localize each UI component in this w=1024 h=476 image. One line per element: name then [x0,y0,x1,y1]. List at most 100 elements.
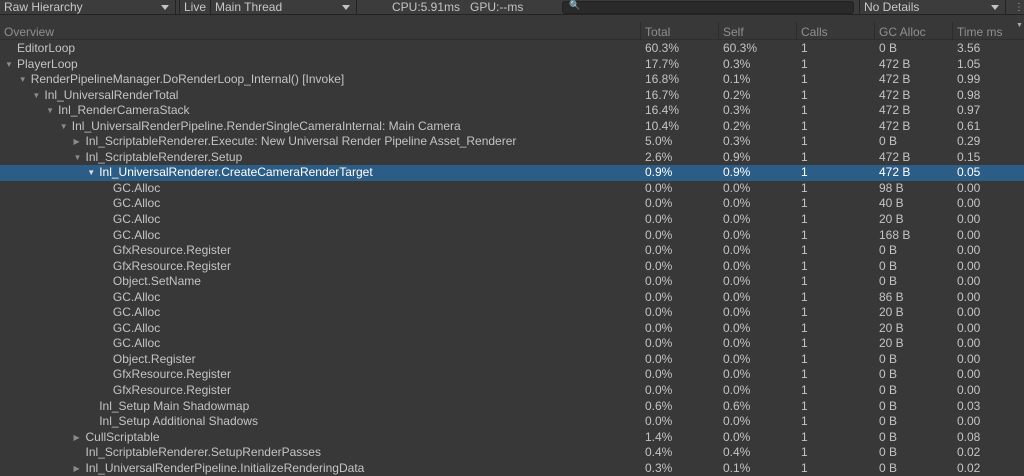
table-row[interactable]: GfxResource.Register 0.0% 0.0% 1 0 B 0.00 [0,367,1024,383]
table-row[interactable]: Inl_ScriptableRenderer.SetupRenderPasses… [0,445,1024,461]
expand-arrow-open-icon[interactable]: ▼ [5,57,13,73]
row-gc: 20 B [879,305,904,320]
thread-dropdown[interactable]: Main Thread [211,0,357,15]
row-time: 0.00 [957,336,981,351]
row-name: Inl_UniversalRenderTotal [44,87,179,102]
table-row[interactable]: EditorLoop 60.3% 60.3% 1 0 B 3.56 [0,41,1024,57]
row-time: 0.00 [957,196,981,211]
table-row[interactable]: GC.Alloc 0.0% 0.0% 1 86 B 0.00 [0,290,1024,306]
live-toggle[interactable]: Live [179,0,211,15]
table-row[interactable]: ▼ PlayerLoop 17.7% 0.3% 1 472 B 1.05 [0,57,1024,73]
row-calls: 1 [801,227,808,242]
table-row[interactable]: GC.Alloc 0.0% 0.0% 1 20 B 0.00 [0,212,1024,228]
expand-arrow-closed-icon[interactable]: ▶ [74,430,80,446]
row-name: Inl_ScriptableRenderer.Setup [85,149,243,164]
expand-arrow-closed-icon[interactable]: ▶ [74,134,80,150]
expand-arrow-open-icon[interactable]: ▼ [19,72,27,88]
row-name: GC.Alloc [112,336,161,351]
table-row[interactable]: GfxResource.Register 0.0% 0.0% 1 0 B 0.00 [0,243,1024,259]
column-gc-alloc[interactable]: GC Alloc [879,25,926,39]
row-calls: 1 [801,243,808,258]
table-row[interactable]: GC.Alloc 0.0% 0.0% 1 98 B 0.00 [0,181,1024,197]
column-calls[interactable]: Calls [801,25,828,39]
expand-arrow-open-icon[interactable]: ▼ [32,88,40,104]
row-self: 0.0% [723,289,751,304]
expand-arrow-closed-icon[interactable]: ▶ [74,461,80,476]
row-name: Inl_UniversalRenderPipeline.RenderSingle… [71,118,461,133]
row-calls: 1 [801,289,808,304]
row-gc: 0 B [879,367,898,382]
table-row[interactable]: Object.Register 0.0% 0.0% 1 0 B 0.00 [0,352,1024,368]
row-name: GC.Alloc [112,320,161,335]
expand-arrow-open-icon[interactable]: ▼ [74,150,82,166]
row-name: GfxResource.Register [112,367,231,382]
row-time: 0.00 [957,289,981,304]
row-gc: 0 B [879,445,898,460]
row-self: 0.0% [723,367,751,382]
column-header: Overview Total Self Calls GC Alloc Time … [0,22,1024,40]
table-row[interactable]: ▼ Inl_ScriptableRenderer.Setup 2.6% 0.9% 1 47… [0,150,1024,166]
row-gc: 0 B [879,274,898,289]
row-gc: 0 B [879,429,898,444]
thread-label: Main Thread [215,0,283,14]
table-row[interactable]: GC.Alloc 0.0% 0.0% 1 20 B 0.00 [0,336,1024,352]
row-calls: 1 [801,367,808,382]
table-row[interactable]: GC.Alloc 0.0% 0.0% 1 40 B 0.00 [0,196,1024,212]
row-time: 0.00 [957,243,981,258]
row-self: 0.0% [723,305,751,320]
details-dropdown[interactable]: No Details [859,0,1006,15]
table-row[interactable]: ▼ Inl_RenderCameraStack 16.4% 0.3% 1 472 B 0.9… [0,103,1024,119]
table-row[interactable]: GC.Alloc 0.0% 0.0% 1 20 B 0.00 [0,305,1024,321]
row-name: GfxResource.Register [112,258,231,273]
row-self: 0.6% [723,398,751,413]
row-name: Inl_UniversalRenderer.CreateCameraRender… [99,165,373,180]
table-row[interactable]: ▼ Inl_UniversalRenderer.CreateCameraRende… [0,165,1024,181]
row-self: 0.0% [723,351,751,366]
row-time: 0.02 [957,445,981,460]
column-menu-icon[interactable]: ▼ [1016,22,1023,29]
expand-arrow-open-icon[interactable]: ▼ [87,165,95,181]
row-gc: 0 B [879,258,898,273]
table-row[interactable]: ▼ Inl_UniversalRenderTotal 16.7% 0.2% 1 472 B… [0,88,1024,104]
more-options-icon[interactable]: ⋮ [1014,2,1024,13]
table-row[interactable]: ▶ CullScriptable 1.4% 0.0% 1 0 B 0.08 [0,430,1024,446]
table-row[interactable]: Object.SetName 0.0% 0.0% 1 0 B 0.00 [0,274,1024,290]
row-calls: 1 [801,383,808,398]
expand-arrow-open-icon[interactable]: ▼ [46,103,54,119]
row-self: 0.4% [723,445,751,460]
row-self: 0.0% [723,336,751,351]
table-row[interactable]: Inl_Setup Additional Shadows 0.0% 0.0% 1 0 B… [0,414,1024,430]
row-time: 0.61 [957,118,981,133]
table-row[interactable]: ▶ Inl_ScriptableRenderer.Execute: New Uni… [0,134,1024,150]
expand-arrow-open-icon[interactable]: ▼ [60,119,68,135]
table-row[interactable]: GC.Alloc 0.0% 0.0% 1 168 B 0.00 [0,228,1024,244]
row-calls: 1 [801,336,808,351]
table-row[interactable]: ▼ Inl_UniversalRenderPipeline.RenderSingl… [0,119,1024,135]
column-time-ms[interactable]: Time ms [957,25,1003,39]
table-row[interactable]: ▼ RenderPipelineManager.DoRenderLoop_Inte… [0,72,1024,88]
row-calls: 1 [801,87,808,102]
row-total: 0.0% [645,180,673,195]
row-self: 0.3% [723,103,751,118]
row-total: 16.7% [645,87,680,102]
search-input[interactable]: 🔍 [562,0,854,14]
row-total: 0.0% [645,258,673,273]
row-calls: 1 [801,196,808,211]
table-row[interactable]: ▶ Inl_UniversalRenderPipeline.InitializeR… [0,461,1024,476]
column-total[interactable]: Total [645,25,670,39]
view-mode-dropdown[interactable]: Raw Hierarchy [0,0,176,15]
column-self[interactable]: Self [723,25,744,39]
row-total: 0.0% [645,274,673,289]
row-self: 0.0% [723,227,751,242]
row-total: 0.0% [645,196,673,211]
row-total: 2.6% [645,149,673,164]
row-total: 0.0% [645,351,673,366]
table-row[interactable]: GfxResource.Register 0.0% 0.0% 1 0 B 0.00 [0,383,1024,399]
column-overview[interactable]: Overview [4,25,54,39]
table-row[interactable]: GfxResource.Register 0.0% 0.0% 1 0 B 0.00 [0,259,1024,275]
table-row[interactable]: Inl_Setup Main Shadowmap 0.6% 0.6% 1 0 B 0.03 [0,399,1024,415]
row-self: 0.0% [723,383,751,398]
table-row[interactable]: GC.Alloc 0.0% 0.0% 1 20 B 0.00 [0,321,1024,337]
row-gc: 0 B [879,243,898,258]
row-calls: 1 [801,41,808,55]
